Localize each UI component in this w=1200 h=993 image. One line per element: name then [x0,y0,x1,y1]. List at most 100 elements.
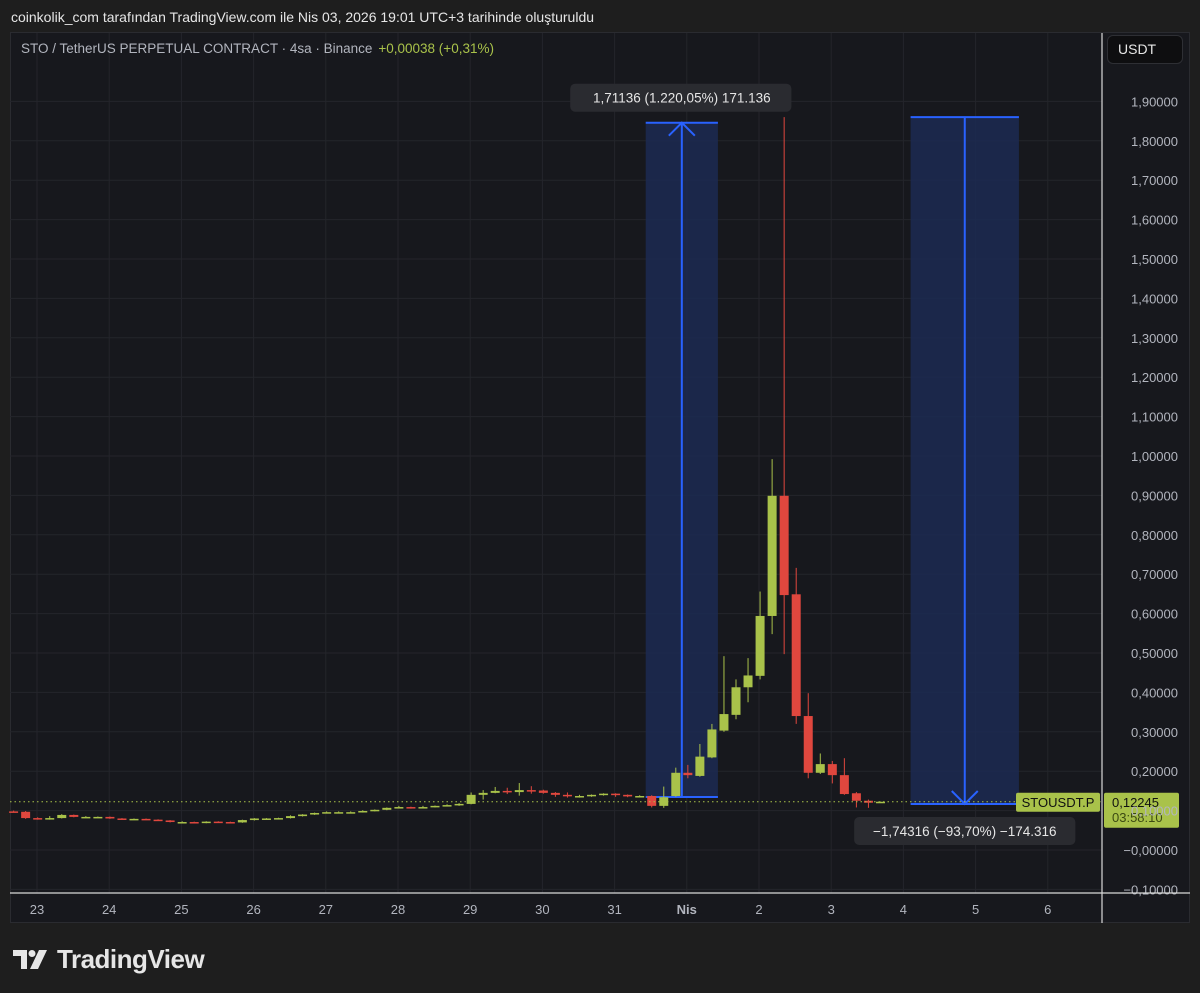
candle-body [767,495,777,616]
candles [9,117,885,824]
symbol-tag-label: STOUSDT.P [1022,795,1095,810]
candle-body [454,803,464,806]
candle-body [394,807,404,809]
candle-body [587,794,597,797]
candle [623,794,633,798]
candlestick-chart[interactable]: 1,71136 (1.220,05%) 171.136 −1,74316 (−93… [0,0,1200,993]
y-tick-label: 0,90000 [1131,488,1178,503]
x-tick-label: 23 [30,902,44,917]
candle [442,804,452,807]
y-tick-label: 1,60000 [1131,213,1178,228]
candle-body [33,818,43,820]
candle-body [141,818,151,821]
candle [273,817,283,820]
candle-body [478,792,488,795]
candle [827,760,837,784]
candle [33,817,43,820]
candle [165,820,175,823]
candle-body [273,818,283,820]
candle [286,815,296,819]
candle [731,679,741,720]
candle [394,805,404,809]
candle-body [731,687,741,715]
candle [93,816,103,819]
candle [322,811,332,814]
candle-body [851,793,861,801]
candle [153,819,163,822]
candle-body [815,764,825,773]
candle [141,818,151,821]
measure-label: −1,74316 (−93,70%) −174.316 [873,824,1057,839]
x-tick-label: 27 [319,902,333,917]
candle-body [177,822,187,824]
tradingview-logo-icon [13,949,47,969]
candle-body [707,729,717,758]
candle-body [261,818,271,820]
candle-body [298,814,308,817]
candle-body [635,796,645,798]
y-tick-label: 1,40000 [1131,291,1178,306]
x-tick-label: 26 [246,902,260,917]
candle-body [105,816,115,819]
candle [382,807,392,811]
candle [298,814,308,817]
candle-body [502,790,512,793]
candle [719,656,729,732]
candle [550,792,560,797]
candle [743,658,753,703]
candle-body [803,716,813,773]
candle-body [514,790,524,793]
x-tick-label: 24 [102,902,116,917]
candle-body [45,818,55,820]
symbol-legend[interactable]: STO / TetherUS PERPETUAL CONTRACT · 4sa … [21,41,494,56]
candle [587,794,597,797]
candle-body [69,814,79,817]
candle-body [249,818,259,821]
candle [490,786,500,794]
candle [454,803,464,806]
candle [526,786,536,794]
candle [839,758,849,795]
candle-body [562,794,572,797]
candle [346,811,356,814]
candle [611,793,621,797]
candle [418,805,428,809]
candle [129,818,139,821]
candle-body [490,790,500,793]
y-tick-label: 0,30000 [1131,725,1178,740]
x-tick-label: 30 [535,902,549,917]
x-tick-label: 5 [972,902,979,917]
candle-body [791,594,801,717]
candle [502,787,512,795]
symbol-title: STO / TetherUS PERPETUAL CONTRACT · 4sa … [21,41,373,56]
candle [249,818,259,821]
y-tick-label: 0,40000 [1131,685,1178,700]
candle [310,812,320,815]
x-tick-label: 4 [900,902,907,917]
x-tick-label: 6 [1044,902,1051,917]
candle-body [623,794,633,797]
candle [225,821,235,824]
candle [213,821,223,824]
candle-body [129,818,139,821]
candle-body [418,807,428,809]
price-change: +0,00038 (+0,31%) [378,41,494,56]
currency-unit-button[interactable]: USDT [1107,35,1183,64]
candle-body [599,793,609,796]
x-tick-label: Nis [677,902,697,917]
candle-body [9,811,19,813]
candle [538,789,548,794]
candle-body [81,816,91,819]
candle [237,819,247,823]
y-tick-label: 0,10000 [1131,804,1178,819]
candle-body [839,775,849,795]
candle-body [358,810,368,813]
candle [117,818,127,820]
candle [45,816,55,820]
candle [803,693,813,779]
tradingview-logo[interactable]: TradingView [13,944,205,975]
candle-body [779,495,789,596]
y-tick-label: 0,80000 [1131,528,1178,543]
candle-body [827,764,837,776]
candle [599,793,609,796]
